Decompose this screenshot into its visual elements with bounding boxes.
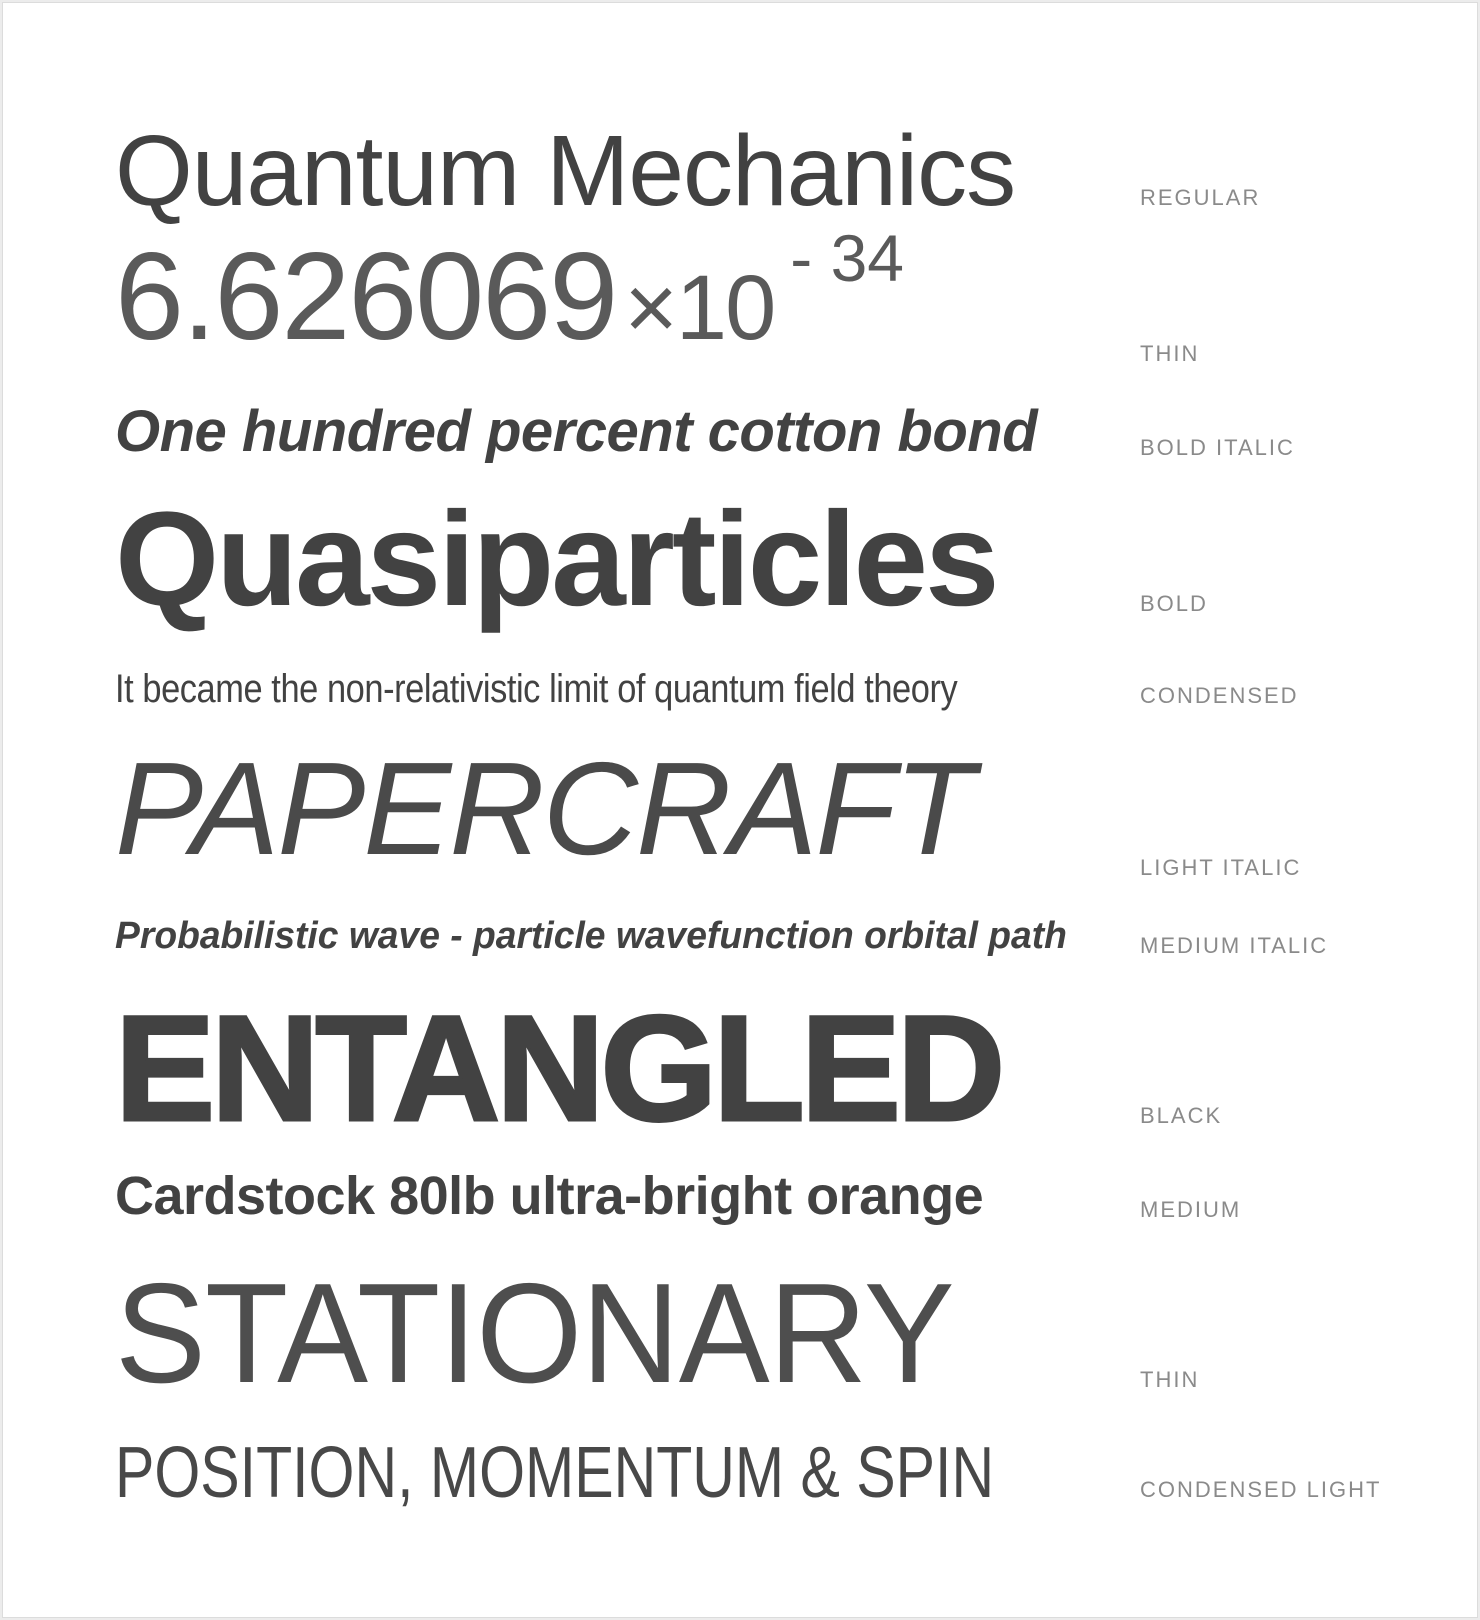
style-label-bold-italic: BOLD ITALIC <box>1140 435 1295 460</box>
specimen-bold: Quasiparticles <box>115 485 1000 634</box>
specimen-bold-italic: One hundred percent cotton bond <box>115 399 1038 464</box>
style-label-medium: MEDIUM <box>1140 1197 1242 1222</box>
style-label-thin-2: THIN <box>1140 1367 1200 1392</box>
specimen-thin-number: 6.626069×10- 34 <box>115 225 904 359</box>
style-label-condensed: CONDENSED <box>1140 683 1299 708</box>
style-label-light-italic: LIGHT ITALIC <box>1140 855 1302 880</box>
specimen-light-italic: PAPERCRAFT <box>115 735 975 882</box>
style-label-condensed-light: CONDENSED LIGHT <box>1140 1477 1382 1502</box>
specimen-black: ENTANGLED <box>113 984 1006 1152</box>
style-label-regular: REGULAR <box>1140 185 1261 210</box>
style-label-bold: BOLD <box>1140 591 1208 616</box>
style-label-thin: THIN <box>1140 341 1200 366</box>
style-label-medium-italic: MEDIUM ITALIC <box>1140 933 1329 958</box>
specimen-thin: STATIONARY <box>115 1254 955 1413</box>
style-label-black: BLACK <box>1140 1103 1223 1128</box>
specimen-medium: Cardstock 80lb ultra-bright orange <box>115 1166 984 1226</box>
specimen-condensed: It became the non-relativistic limit of … <box>115 667 958 711</box>
number-mantissa: 6.626069 <box>115 228 618 366</box>
number-exponent: - 34 <box>790 221 904 295</box>
font-specimen-sheet: Quantum Mechanics REGULAR 6.626069×10- 3… <box>2 2 1478 1618</box>
number-times-ten: ×10 <box>624 257 776 359</box>
specimen-condensed-light: POSITION, MOMENTUM & SPIN <box>115 1433 995 1513</box>
specimen-medium-italic: Probabilistic wave - particle wavefuncti… <box>115 915 1067 957</box>
specimen-regular: Quantum Mechanics <box>115 115 1016 227</box>
